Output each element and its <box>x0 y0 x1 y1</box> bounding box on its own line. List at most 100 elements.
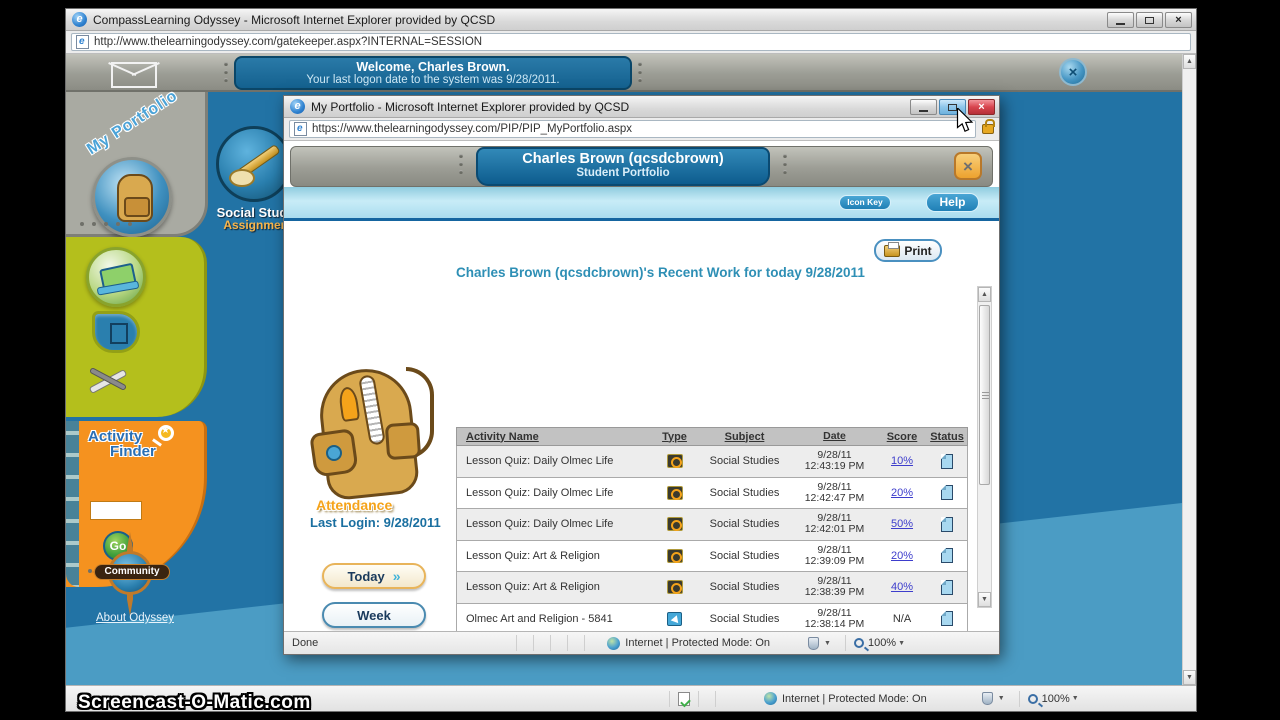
student-name: Charles Brown (qcsdcbrown) <box>522 151 724 167</box>
table-body: Lesson Quiz: Daily Olmec Life Social Stu… <box>456 446 968 631</box>
status-page-icon[interactable] <box>941 516 953 532</box>
table-row[interactable]: Lesson Quiz: Art & Religion Social Studi… <box>456 572 968 604</box>
score-cell[interactable]: 10% <box>877 455 927 467</box>
column-header-type[interactable]: Type <box>652 431 697 443</box>
quiz-type-icon <box>666 517 683 532</box>
subject-cell: Social Studies <box>709 518 780 531</box>
help-button[interactable]: Help <box>926 193 979 212</box>
scrollbar-thumb[interactable] <box>979 305 990 485</box>
last-login-label: Last Login: 9/28/2011 <box>310 515 441 530</box>
backpack-illustration <box>304 349 454 519</box>
portfolio-scrollbar[interactable]: ▲ ▼ <box>977 286 992 608</box>
week-button[interactable]: Week <box>322 602 426 628</box>
icon-key-button[interactable]: Icon Key <box>839 195 891 210</box>
score-cell[interactable]: 20% <box>877 487 927 499</box>
zoom-dropdown-arrow-icon[interactable]: ▼ <box>898 640 905 647</box>
portfolio-headerbar: Charles Brown (qcsdcbrown) Student Portf… <box>290 146 993 187</box>
maximize-button[interactable] <box>1136 12 1163 28</box>
portfolio-close-x-button[interactable]: × <box>954 152 982 180</box>
community-label[interactable]: Community <box>94 564 170 580</box>
today-button[interactable]: Today» <box>322 563 426 589</box>
my-portfolio-label: My Portfolio <box>84 87 181 159</box>
globe-icon <box>607 636 621 650</box>
sidebar-green-panel <box>66 237 207 417</box>
score-cell[interactable]: 20% <box>877 550 927 562</box>
status-page-icon[interactable] <box>941 548 953 564</box>
welcome-text: Welcome, Charles Brown. <box>356 60 510 74</box>
popup-url: https://www.thelearningodyssey.com/PIP/P… <box>312 123 633 135</box>
my-portfolio-popup-window: e My Portfolio - Microsoft Internet Expl… <box>283 95 1000 655</box>
main-address-input[interactable]: http://www.thelearningodyssey.com/gateke… <box>71 33 1191 51</box>
ie-icon: e <box>290 99 305 114</box>
status-page-icon[interactable] <box>941 485 953 501</box>
main-url: http://www.thelearningodyssey.com/gateke… <box>94 36 483 48</box>
shield-icon <box>981 692 993 705</box>
subject-cell: Social Studies <box>709 549 780 562</box>
column-header-date[interactable]: Date <box>792 431 877 442</box>
date-cell: 9/28/11 12:42:01 PM <box>804 512 865 536</box>
scroll-down-arrow[interactable]: ▼ <box>1183 670 1196 685</box>
minimize-button[interactable] <box>1107 12 1134 28</box>
page-favicon-icon <box>294 122 307 136</box>
recent-work-table: Activity Name Type Subject Date Score St… <box>456 427 968 631</box>
social-studies-assignment-icon[interactable] <box>216 126 292 202</box>
close-button[interactable]: × <box>1165 12 1192 28</box>
column-header-activity-name[interactable]: Activity Name <box>457 431 652 443</box>
column-header-score[interactable]: Score <box>877 431 927 443</box>
zoom-dropdown-arrow-icon[interactable]: ▼ <box>1072 695 1079 702</box>
scroll-up-arrow[interactable]: ▲ <box>1183 54 1196 69</box>
main-security-zone: Internet | Protected Mode: On <box>782 692 927 705</box>
ssl-lock-icon <box>982 119 995 134</box>
date-cell: 9/28/11 12:38:39 PM <box>804 575 865 599</box>
spiral-binding-decoration <box>66 421 79 587</box>
score-cell[interactable]: 40% <box>877 581 927 593</box>
attendance-label[interactable]: Attendance <box>316 497 392 513</box>
print-button[interactable]: Print <box>874 239 942 262</box>
logout-x-button[interactable]: × <box>1059 58 1087 86</box>
welcome-banner: Welcome, Charles Brown. Your last logon … <box>234 56 632 90</box>
rivets-decoration <box>80 222 132 226</box>
main-addressbar: http://www.thelearningodyssey.com/gateke… <box>66 31 1196 54</box>
backpack-pocket <box>384 421 422 461</box>
status-page-icon[interactable] <box>941 453 953 469</box>
activity-finder-input[interactable] <box>90 501 142 520</box>
popup-titlebar[interactable]: e My Portfolio - Microsoft Internet Expl… <box>284 96 999 118</box>
community-badge[interactable]: Community <box>91 532 170 616</box>
magnifier-star-icon <box>158 425 174 441</box>
subject-cell: Social Studies <box>709 612 780 625</box>
activity-name-cell: Lesson Quiz: Art & Religion <box>466 581 600 594</box>
tools-icon[interactable] <box>86 362 132 402</box>
main-zoom-level: 100% <box>1041 692 1070 705</box>
about-odyssey-link[interactable]: About Odyssey <box>96 612 174 624</box>
table-row[interactable]: Olmec Art and Religion - 5841 Social Stu… <box>456 603 968 631</box>
status-page-icon[interactable] <box>941 579 953 595</box>
table-row[interactable]: Lesson Quiz: Daily Olmec Life Social Stu… <box>456 477 968 509</box>
page-favicon-icon <box>76 35 89 49</box>
main-titlebar[interactable]: e CompassLearning Odyssey - Microsoft In… <box>66 9 1196 31</box>
scroll-up-arrow[interactable]: ▲ <box>978 287 991 302</box>
table-row[interactable]: Lesson Quiz: Daily Olmec Life Social Stu… <box>456 446 968 478</box>
main-scrollbar[interactable]: ▲ ▼ <box>1182 54 1196 685</box>
popup-address-input[interactable]: https://www.thelearningodyssey.com/PIP/P… <box>289 120 976 138</box>
popup-statusbar: Done Internet | Protected Mode: On ▼ 100… <box>284 631 999 654</box>
launchpad-button[interactable] <box>86 247 146 307</box>
column-header-subject[interactable]: Subject <box>697 431 792 443</box>
status-page-icon[interactable] <box>941 611 953 627</box>
table-row[interactable]: Lesson Quiz: Daily Olmec Life Social Stu… <box>456 509 968 541</box>
chevron-right-icon: » <box>392 568 401 584</box>
scroll-down-arrow[interactable]: ▼ <box>978 592 991 607</box>
popup-addressbar: https://www.thelearningodyssey.com/PIP/P… <box>284 118 999 141</box>
table-header-row: Activity Name Type Subject Date Score St… <box>456 427 968 446</box>
column-header-status[interactable]: Status <box>927 431 967 443</box>
popup-minimize-button[interactable] <box>910 99 937 115</box>
quiz-type-icon <box>666 485 683 500</box>
mail-icon[interactable] <box>111 62 157 88</box>
score-cell[interactable]: 50% <box>877 518 927 530</box>
activity-finder-label: Activity Finder <box>88 428 156 460</box>
dropdown-arrow-icon[interactable]: ▼ <box>824 640 831 647</box>
page-button[interactable] <box>92 311 140 353</box>
activity-name-cell: Lesson Quiz: Art & Religion <box>466 549 600 562</box>
portfolio-tabstrip <box>284 187 999 221</box>
table-row[interactable]: Lesson Quiz: Art & Religion Social Studi… <box>456 540 968 572</box>
dropdown-arrow-icon[interactable]: ▼ <box>998 695 1005 702</box>
